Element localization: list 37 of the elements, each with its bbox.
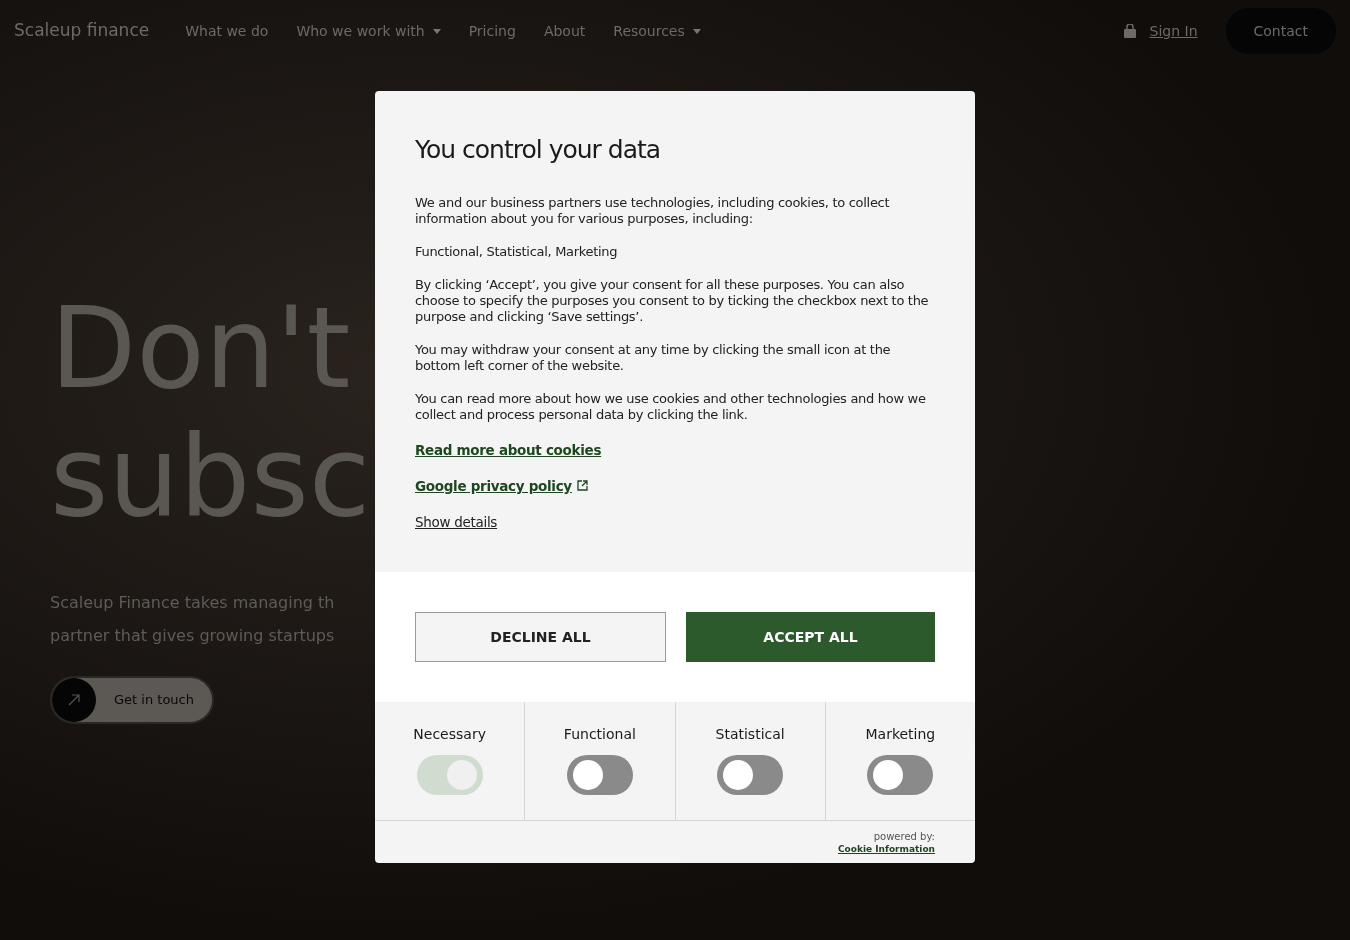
toggle-switch[interactable]: [566, 755, 633, 796]
category-label: Statistical: [715, 725, 785, 745]
hero-text: Scaleup Finance takes managing th: [50, 592, 335, 614]
external-link-icon: [576, 480, 588, 492]
sign-in-link[interactable]: Sign In: [1149, 20, 1198, 42]
get-in-touch-button[interactable]: Get in touch: [50, 676, 214, 724]
nav-link[interactable]: Resources: [613, 20, 685, 42]
policy-link[interactable]: Read more about cookies: [415, 439, 602, 460]
dialog-paragraph: Functional, Statistical, Marketing: [415, 243, 619, 260]
caret-icon: [432, 28, 441, 34]
toggle-switch[interactable]: [867, 755, 934, 796]
provider-link[interactable]: Cookie Information: [838, 843, 935, 856]
logo[interactable]: Scaleup finance: [14, 18, 150, 44]
caret-icon: [692, 28, 701, 34]
category-label: Functional: [563, 725, 636, 745]
dialog-paragraph: You can read more about how we use cookies and other technologies and how we collect and process personal data by clicking the link.: [415, 390, 927, 423]
accept-all-button[interactable]: ACCEPT ALL: [686, 612, 935, 663]
hero-headline: Don't: [50, 284, 351, 412]
dialog-paragraph: By clicking ‘Accept’, you give your consent for all these purposes. You can also choose to specify the purposes you consent to by ticking the checkbox next to the purpose and clicking ‘Save settings’.: [415, 276, 930, 325]
dialog-paragraph: You may withdraw your consent at any time by clicking the small icon at the bottom left corner of the website.: [415, 341, 892, 374]
policy-link[interactable]: Google privacy policy: [415, 475, 588, 496]
category-label: Marketing: [865, 725, 936, 745]
nav-link[interactable]: Pricing: [468, 20, 516, 42]
nav-link[interactable]: Who we work with: [296, 20, 425, 42]
category-label: Necessary: [413, 725, 486, 745]
nav-link[interactable]: What we do: [185, 20, 269, 42]
hero-headline: subsc: [50, 412, 371, 540]
powered-by-text: powered by:: [873, 831, 935, 844]
dialog-title: You control your data: [415, 134, 662, 166]
show-details-link[interactable]: Show details: [415, 512, 498, 533]
toggle-switch[interactable]: [717, 755, 784, 796]
hero-text: partner that gives growing startups: [50, 625, 335, 647]
decline-all-button[interactable]: DECLINE ALL: [415, 612, 666, 663]
dialog-paragraph: We and our business partners use technologies, including cookies, to collect information about you for various purposes, including:: [415, 194, 891, 227]
nav-link[interactable]: About: [543, 20, 586, 42]
lock-icon: [1123, 24, 1136, 38]
contact-button[interactable]: Contact: [1225, 8, 1336, 54]
